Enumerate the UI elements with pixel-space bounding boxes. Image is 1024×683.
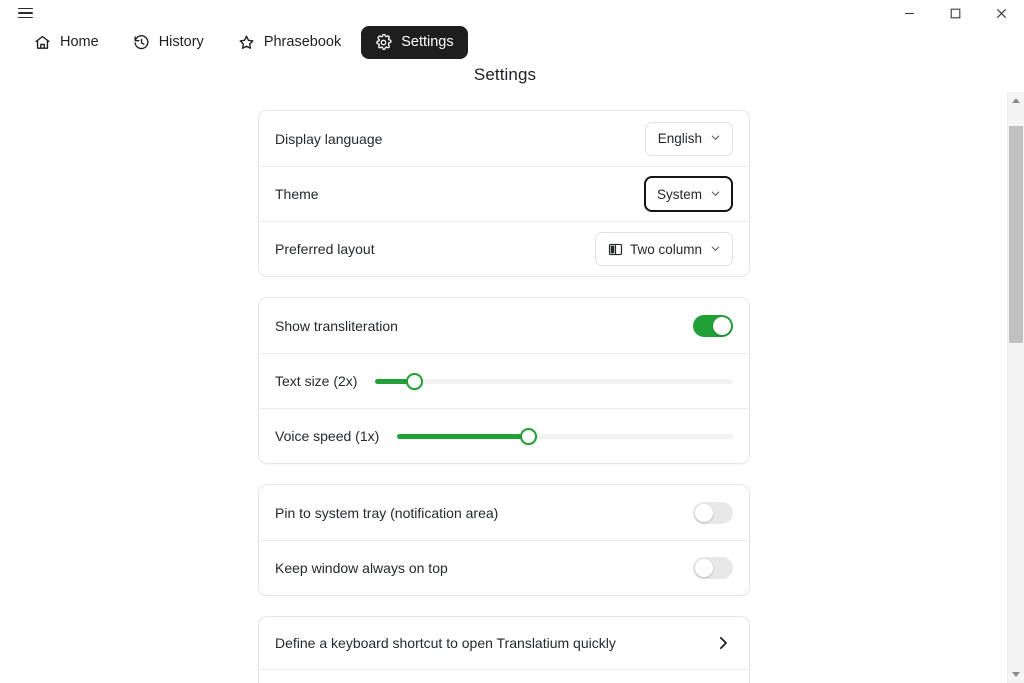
text-size-label: Text size (2x): [275, 373, 358, 389]
pin-to-tray-label: Pin to system tray (notification area): [275, 504, 499, 521]
text-size-slider[interactable]: [375, 370, 733, 392]
define-shortcut-label: Define a keyboard shortcut to open Trans…: [275, 635, 616, 651]
nav-tab-phrasebook-label: Phrasebook: [263, 34, 342, 50]
hamburger-line: [18, 16, 33, 19]
nav-tab-history-label: History: [158, 34, 204, 50]
home-icon: [34, 34, 51, 51]
show-transliteration-toggle[interactable]: [693, 314, 733, 337]
chevron-down-icon: [710, 242, 721, 257]
hamburger-line: [18, 12, 33, 14]
show-transliteration-label: Show transliteration: [275, 317, 398, 334]
scroll-down-arrow[interactable]: [1008, 666, 1024, 683]
row-display-language: Display language English: [259, 111, 749, 166]
slider-fill: [397, 433, 529, 439]
row-preferred-layout: Preferred layout Two column: [259, 221, 749, 276]
row-define-shortcut[interactable]: Define a keyboard shortcut to open Trans…: [259, 617, 749, 669]
main-navigation: Home History Phrasebook Settings: [0, 24, 1024, 60]
toggle-knob: [713, 316, 731, 335]
scroll-up-arrow[interactable]: [1008, 92, 1024, 109]
nav-tab-home-label: Home: [60, 34, 99, 50]
maximize-button[interactable]: [932, 0, 978, 26]
slider-thumb[interactable]: [519, 427, 537, 445]
hamburger-icon[interactable]: [18, 4, 38, 22]
theme-select[interactable]: System: [643, 176, 733, 212]
two-column-icon: [608, 242, 623, 257]
nav-tab-settings[interactable]: Settings: [361, 25, 468, 59]
hamburger-line: [18, 7, 33, 10]
theme-value: System: [656, 186, 702, 202]
title-bar: [0, 0, 1024, 26]
scroll-up-arrow-icon: [1012, 98, 1020, 103]
always-on-top-toggle[interactable]: [693, 557, 733, 579]
star-icon: [238, 34, 255, 51]
close-button[interactable]: [978, 0, 1024, 26]
page-title: Settings: [473, 65, 537, 84]
vertical-scrollbar[interactable]: [1007, 92, 1024, 683]
nav-tab-phrasebook[interactable]: Phrasebook: [224, 26, 355, 59]
scroll-down-arrow-icon: [1012, 672, 1020, 677]
pin-to-tray-toggle[interactable]: [693, 501, 733, 524]
row-text-size: Text size (2x): [259, 353, 749, 408]
row-voice-speed: Voice speed (1x): [259, 408, 749, 463]
window-controls: [886, 0, 1024, 26]
row-always-on-top: Keep window always on top: [259, 540, 749, 595]
always-on-top-label: Keep window always on top: [275, 560, 448, 576]
row-show-transliteration: Show transliteration: [259, 298, 749, 353]
app-window: Home History Phrasebook Settings Setting…: [0, 0, 1024, 683]
card-window-behaviour: Pin to system tray (notification area) K…: [258, 484, 750, 596]
settings-scroll-area: Display language English Theme System Pr…: [0, 92, 1008, 683]
slider-track: [397, 427, 733, 445]
row-translate-clipboard: Translate clipboard on shortcut When you…: [259, 669, 749, 683]
theme-label: Theme: [275, 186, 319, 202]
minimize-button[interactable]: [886, 0, 932, 26]
display-language-select[interactable]: English: [644, 121, 733, 156]
display-language-label: Display language: [275, 130, 383, 147]
chevron-down-icon: [710, 187, 721, 202]
chevron-down-icon: [710, 131, 721, 146]
voice-speed-slider[interactable]: [397, 425, 733, 447]
settings-list: Display language English Theme System Pr…: [0, 92, 1008, 683]
card-appearance: Display language English Theme System Pr…: [258, 110, 750, 277]
gear-icon: [375, 33, 392, 51]
nav-tab-home[interactable]: Home: [20, 26, 113, 59]
card-shortcuts: Define a keyboard shortcut to open Trans…: [258, 616, 750, 683]
row-pin-to-tray: Pin to system tray (notification area): [259, 485, 749, 540]
preferred-layout-select[interactable]: Two column: [594, 232, 733, 266]
scrollbar-thumb[interactable]: [1009, 125, 1023, 343]
card-translation: Show transliteration Text size (2x) Voic…: [258, 297, 750, 464]
slider-track: [375, 372, 733, 390]
toggle-knob: [695, 559, 713, 577]
display-language-value: English: [657, 131, 702, 146]
slider-thumb[interactable]: [406, 372, 424, 390]
preferred-layout-value: Two column: [629, 241, 702, 257]
toggle-knob: [695, 503, 713, 522]
nav-tab-settings-label: Settings: [401, 34, 454, 50]
chevron-right-icon: [715, 635, 733, 651]
voice-speed-label: Voice speed (1x): [275, 428, 380, 444]
row-theme: Theme System: [259, 166, 749, 221]
preferred-layout-label: Preferred layout: [275, 241, 375, 257]
history-icon: [133, 34, 150, 51]
nav-tab-history[interactable]: History: [119, 26, 218, 59]
